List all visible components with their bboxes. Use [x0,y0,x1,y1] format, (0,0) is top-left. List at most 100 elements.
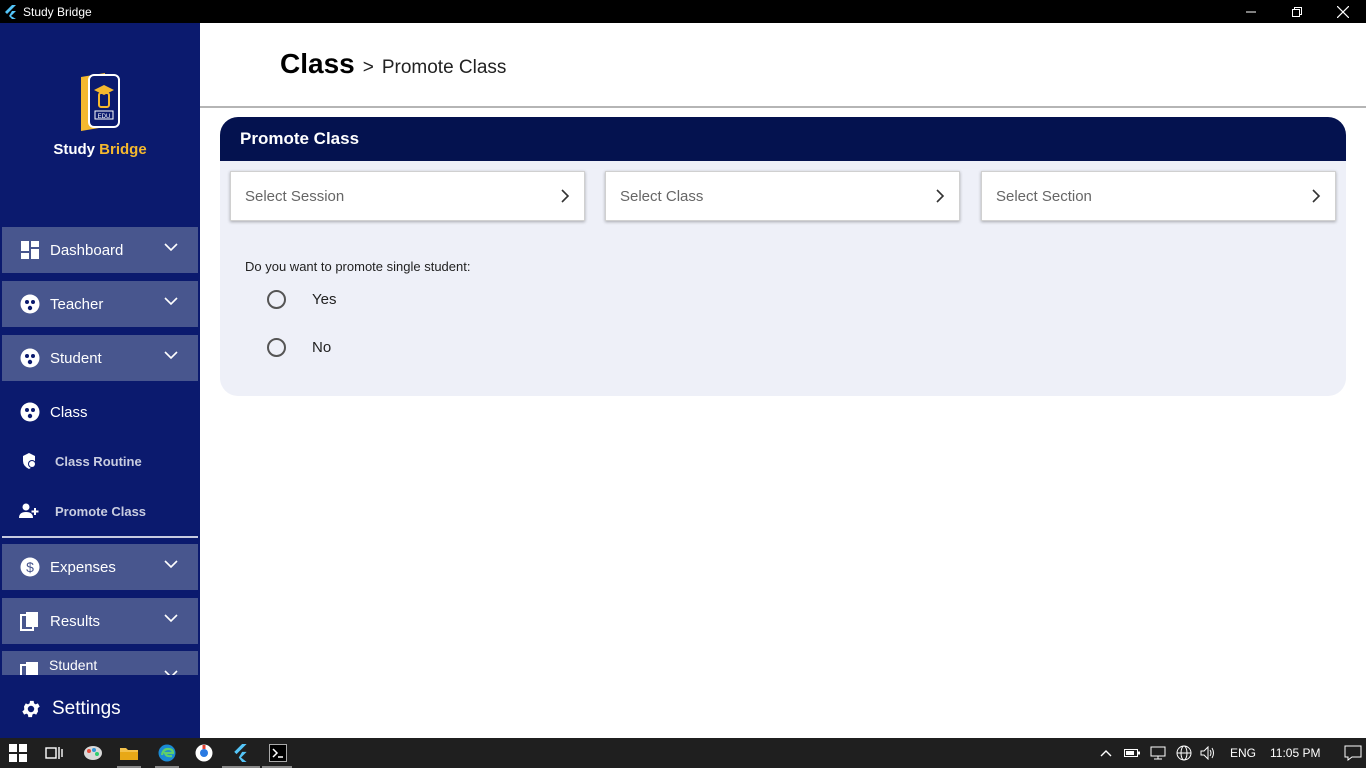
sidebar-subitem-label: Class Routine [55,453,142,469]
app-icon [195,744,213,762]
sidebar-item-label: Results [50,612,101,630]
sidebar-item-expenses[interactable]: $ Expenses [2,544,198,590]
chevron-down-icon [164,351,178,360]
sidebar-item-dashboard[interactable]: Dashboard [2,227,198,273]
breadcrumb-current: Promote Class [381,57,507,78]
radio-option-no[interactable]: No [267,338,331,357]
taskbar: ENG 11:05 PM [0,738,1366,768]
card-header: Promote Class [220,117,1346,161]
radio-label-yes: Yes [312,291,337,308]
sidebar-item-teacher[interactable]: Teacher [2,281,198,327]
sidebar-item-results[interactable]: Results [2,598,198,644]
windows-logo-icon [9,744,27,762]
taskbar-app-file-explorer[interactable] [119,743,139,763]
select-session[interactable]: Select Session [230,171,585,221]
sidebar-subitem-label: Promote Class [55,503,147,519]
folder-icon [120,748,138,760]
edge-browser-icon [158,744,176,762]
notification-icon[interactable] [1344,745,1362,761]
sidebar-divider [2,536,198,538]
flutter-icon [234,744,247,762]
clock[interactable]: 11:05 PM [1270,746,1320,760]
settings-button[interactable]: Settings [0,683,200,735]
taskbar-app-terminal[interactable] [268,743,288,763]
results-icon [20,611,40,631]
sidebar-item-label: Class [50,403,88,421]
flutter-app-icon [5,4,16,19]
radio-label-no: No [312,339,332,356]
dashboard-icon [20,240,40,260]
globe-icon[interactable] [1176,745,1192,761]
select-class-placeholder: Select Class [620,187,704,205]
window-title: Study Bridge [23,4,92,19]
settings-label: Settings [52,698,121,719]
study-bridge-logo-icon: EDU [81,73,120,131]
class-icon [20,402,40,422]
select-section-placeholder: Select Section [996,187,1092,205]
logo-text-part2: Bridge [99,141,147,158]
breadcrumb-separator: > [362,57,374,78]
taskbar-app-edge[interactable] [157,743,177,763]
document-icon [20,662,38,675]
logo-badge-text: EDU [98,114,111,120]
taskbar-app-flutter[interactable] [231,743,251,763]
battery-icon[interactable] [1124,748,1140,758]
sidebar-subitem-class-routine[interactable]: Class Routine [0,441,200,481]
add-user-icon [19,501,39,521]
chevron-down-icon [164,670,178,675]
minimize-button[interactable] [1228,0,1274,23]
restore-button[interactable] [1274,0,1320,23]
chevron-right-icon [1312,189,1321,203]
chevron-down-icon [164,560,178,569]
select-class[interactable]: Select Class [605,171,960,221]
chevron-right-icon [936,189,945,203]
sidebar-item-label: Expenses [50,558,116,576]
radio-button-yes[interactable] [267,290,286,309]
gear-icon [20,698,42,720]
sidebar: EDU Study Bridge Dashboard Teacher Stude… [0,23,200,738]
dollar-icon: $ [20,557,40,577]
radio-button-no[interactable] [267,338,286,357]
teacher-icon [20,294,40,314]
sidebar-item-label: Student [50,349,102,367]
chevron-up-icon[interactable] [1100,749,1112,757]
select-section[interactable]: Select Section [981,171,1336,221]
promote-single-question: Do you want to promote single student: [245,259,471,274]
chevron-down-icon [164,297,178,306]
system-tray: ENG 11:05 PM [1100,738,1362,768]
close-icon [1337,5,1349,18]
sidebar-item-student[interactable]: Student [2,335,198,381]
app-logo: EDU Study Bridge [0,73,200,158]
routine-icon [19,451,39,471]
taskbar-app-paint[interactable] [83,743,103,763]
sidebar-item-class[interactable]: Class [2,389,198,435]
radio-option-yes[interactable]: Yes [267,290,336,309]
title-bar: Study Bridge [0,0,1366,23]
minimize-icon [1246,11,1256,12]
sidebar-item-student-more[interactable]: Student [2,651,198,675]
page-title: Class [280,48,355,79]
language-indicator[interactable]: ENG [1230,746,1256,760]
logo-text-part1: Study [53,141,100,158]
card-title: Promote Class [240,129,360,148]
sidebar-item-label: Teacher [50,295,104,313]
svg-text:$: $ [26,559,34,575]
restore-icon [1292,6,1302,17]
taskbar-app-chrome-like[interactable] [194,743,214,763]
select-session-placeholder: Select Session [245,187,345,205]
close-button[interactable] [1320,0,1366,23]
promote-class-card: Promote Class Select Session Select Clas… [220,117,1346,396]
task-view-button[interactable] [44,743,64,763]
task-view-icon [45,747,63,759]
chevron-right-icon [561,189,570,203]
chevron-down-icon [164,243,178,252]
chevron-down-icon [164,614,178,623]
terminal-icon [269,744,287,762]
paint-app-icon [84,746,102,760]
student-icon [20,348,40,368]
network-icon[interactable] [1150,746,1166,760]
windows-start-button[interactable] [8,743,28,763]
sidebar-subitem-promote-class[interactable]: Promote Class [0,491,200,531]
speaker-icon[interactable] [1200,746,1216,760]
breadcrumb: Class > Promote Class [280,48,506,80]
